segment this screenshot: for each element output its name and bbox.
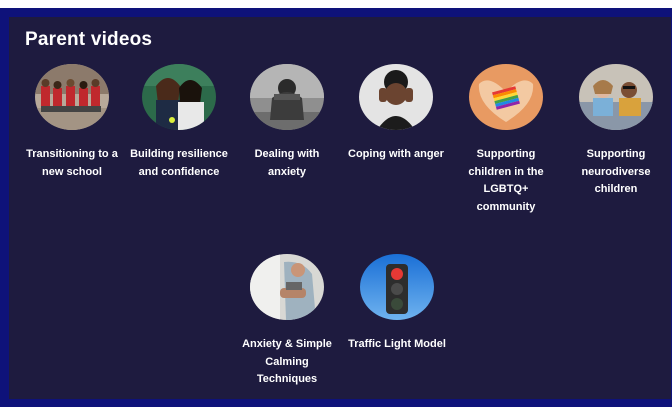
two-girls-thumbnail[interactable] — [142, 64, 216, 130]
video-card-transitioning[interactable]: Transitioning to a new school — [17, 64, 127, 181]
video-card-neurodiverse[interactable]: Supporting neurodiverse children — [561, 64, 671, 199]
video-label: Anxiety & Simple Calming Techniques — [242, 338, 332, 385]
video-card-anger[interactable]: Coping with anger — [341, 64, 451, 164]
video-label: Supporting children in the LGBTQ+ commun… — [468, 148, 544, 213]
video-card-lgbtq[interactable]: Supporting children in the LGBTQ+ commun… — [451, 64, 561, 216]
video-card-calming[interactable]: Anxiety & Simple Calming Techniques — [232, 254, 342, 389]
covering-ears-thumbnail[interactable] — [359, 64, 433, 130]
video-card-anxiety[interactable]: Dealing with anxiety — [232, 64, 342, 181]
children-on-sofa-thumbnail[interactable] — [579, 64, 653, 130]
video-label: Traffic Light Model — [348, 338, 446, 350]
calm-person-thumbnail[interactable] — [250, 254, 324, 320]
section-title: Parent videos — [25, 29, 153, 50]
traffic-light-thumbnail[interactable] — [360, 254, 434, 320]
video-card-resilience[interactable]: Building resilience and confidence — [124, 64, 234, 181]
parent-videos-panel: Parent videos Transitioning to a new sch… — [9, 17, 671, 399]
video-label: Dealing with anxiety — [254, 148, 320, 178]
school-children-thumbnail[interactable] — [35, 64, 109, 130]
video-label: Transitioning to a new school — [26, 148, 118, 178]
sad-child-thumbnail[interactable] — [250, 64, 324, 130]
video-label: Supporting neurodiverse children — [581, 148, 651, 195]
video-label: Building resilience and confidence — [130, 148, 228, 178]
outer-frame: Parent videos Transitioning to a new sch… — [0, 8, 672, 407]
video-card-traffic-light[interactable]: Traffic Light Model — [342, 254, 452, 354]
video-label: Coping with anger — [348, 148, 444, 160]
rainbow-heart-thumbnail[interactable] — [469, 64, 543, 130]
